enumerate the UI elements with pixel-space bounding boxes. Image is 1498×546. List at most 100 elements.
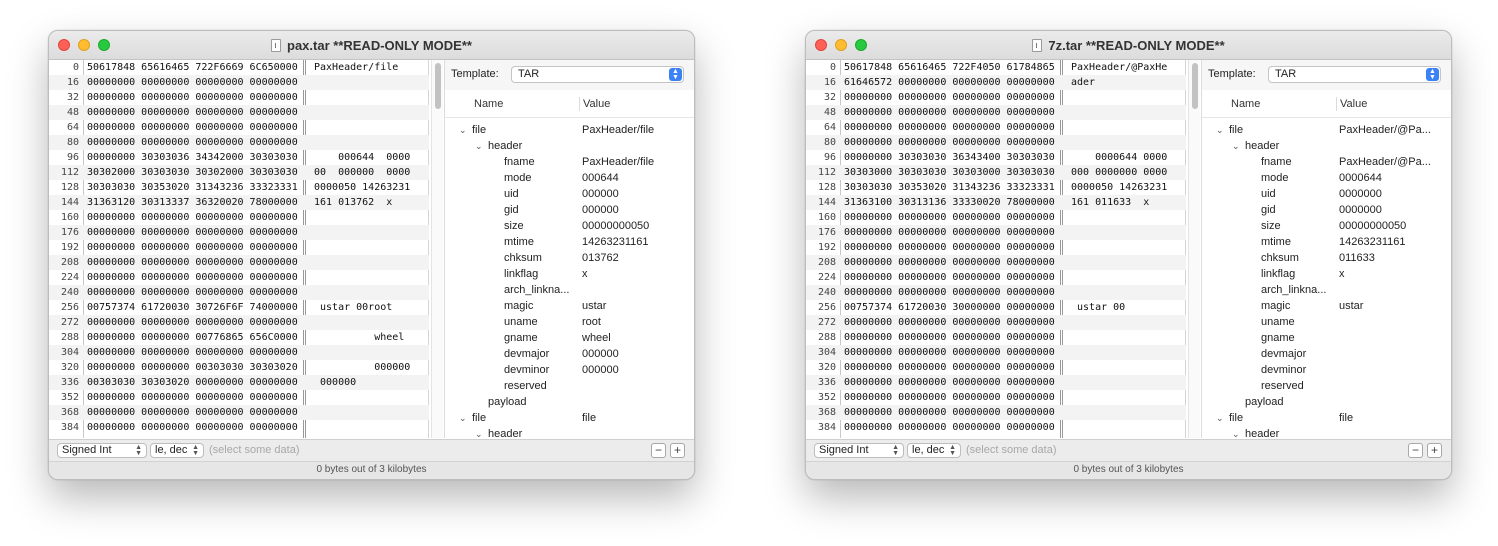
hex-row[interactable]: 336 00303030 30303020 00000000 00000000 0… <box>49 375 429 390</box>
hex-row[interactable]: 192 00000000 00000000 00000000 00000000 <box>806 240 1186 255</box>
hex-row[interactable]: 112 30303000 30303030 30303000 30303030 00… <box>806 165 1186 180</box>
hex-row[interactable]: 320 00000000 00000000 00303030 30303020 0… <box>49 360 429 375</box>
disclosure-chevron-icon[interactable]: ⌄ <box>475 138 483 154</box>
ascii-text[interactable]: ustar 00 <box>1071 300 1125 315</box>
hex-bytes[interactable]: 00000000 30303036 34342000 30303030 <box>87 150 298 165</box>
hex-row[interactable]: 16 61646572 00000000 00000000 00000000 ade… <box>806 75 1186 90</box>
hex-row[interactable]: 208 00000000 00000000 00000000 00000000 <box>806 255 1186 270</box>
hex-row[interactable]: 16 00000000 00000000 00000000 00000000 <box>49 75 429 90</box>
tree-row[interactable]: devminor 000000 <box>445 362 694 378</box>
column-divider[interactable] <box>1336 97 1337 111</box>
template-select[interactable]: TAR ▲ ▼ <box>511 66 684 83</box>
hex-row[interactable]: 352 00000000 00000000 00000000 00000000 <box>806 390 1186 405</box>
ascii-text[interactable]: 000644 0000 <box>314 150 410 165</box>
tree-row[interactable]: devminor <box>1202 362 1451 378</box>
hex-bytes[interactable]: 00000000 00000000 00000000 00000000 <box>844 405 1055 420</box>
tree-row[interactable]: uid 0000000 <box>1202 186 1451 202</box>
hex-bytes[interactable]: 00000000 00000000 00000000 00000000 <box>87 75 298 90</box>
hex-row[interactable]: 32 00000000 00000000 00000000 00000000 <box>49 90 429 105</box>
hex-row[interactable]: 240 00000000 00000000 00000000 00000000 <box>49 285 429 300</box>
hex-bytes[interactable]: 00000000 00000000 00000000 00000000 <box>87 285 298 300</box>
hex-bytes[interactable]: 00000000 00000000 00000000 00000000 <box>87 420 298 435</box>
tree-row[interactable]: gid 0000000 <box>1202 202 1451 218</box>
hex-bytes[interactable]: 00000000 00000000 00000000 00000000 <box>87 315 298 330</box>
ascii-text[interactable]: ustar 00root <box>314 300 392 315</box>
hex-row[interactable]: 80 00000000 00000000 00000000 00000000 <box>806 135 1186 150</box>
hex-bytes[interactable]: 00000000 00000000 00000000 00000000 <box>87 90 298 105</box>
tree-row[interactable]: mode 000644 <box>445 170 694 186</box>
hex-bytes[interactable]: 00000000 00000000 00000000 00000000 <box>87 390 298 405</box>
column-divider[interactable] <box>579 97 580 111</box>
tree-row[interactable]: uname <box>1202 314 1451 330</box>
hex-bytes[interactable]: 00000000 00000000 00000000 00000000 <box>87 240 298 255</box>
hex-bytes[interactable]: 00000000 00000000 00000000 00000000 <box>844 330 1055 345</box>
hex-row[interactable]: 384 00000000 00000000 00000000 00000000 <box>806 420 1186 435</box>
hex-row[interactable]: 288 00000000 00000000 00000000 00000000 <box>806 330 1186 345</box>
tree-row[interactable]: ⌄ header <box>1202 138 1451 154</box>
disclosure-chevron-icon[interactable]: ⌄ <box>459 410 467 426</box>
hex-row[interactable]: 80 00000000 00000000 00000000 00000000 <box>49 135 429 150</box>
hex-bytes[interactable]: 30302000 30303030 30302000 30303030 <box>87 165 298 180</box>
tree-row[interactable]: mtime 14263231161 <box>445 234 694 250</box>
hex-bytes[interactable]: 00000000 00000000 00000000 00000000 <box>844 135 1055 150</box>
document-icon[interactable] <box>271 38 282 52</box>
ascii-text[interactable]: 000 0000000 0000 <box>1071 165 1167 180</box>
hex-bytes[interactable]: 00000000 00000000 00000000 00000000 <box>844 210 1055 225</box>
hex-bytes[interactable]: 30303030 30353020 31343236 33323331 <box>87 180 298 195</box>
tree-row[interactable]: size 00000000050 <box>1202 218 1451 234</box>
hex-bytes[interactable]: 00000000 00000000 00000000 00000000 <box>844 375 1055 390</box>
hex-row[interactable]: 320 00000000 00000000 00000000 00000000 <box>806 360 1186 375</box>
hex-bytes[interactable]: 00000000 00000000 00000000 00000000 <box>844 240 1055 255</box>
hex-row[interactable]: 144 31363100 30313136 33330020 78000000 16… <box>806 195 1186 210</box>
hex-row[interactable]: 304 00000000 00000000 00000000 00000000 <box>49 345 429 360</box>
hex-row[interactable]: 128 30303030 30353020 31343236 33323331 00… <box>49 180 429 195</box>
tree-row[interactable]: fname PaxHeader/@Pa... <box>1202 154 1451 170</box>
hex-bytes[interactable]: 00000000 00000000 00000000 00000000 <box>844 360 1055 375</box>
tree-row[interactable]: fname PaxHeader/file <box>445 154 694 170</box>
tree-row[interactable]: linkflag x <box>1202 266 1451 282</box>
hex-row[interactable]: 208 00000000 00000000 00000000 00000000 <box>49 255 429 270</box>
hex-row[interactable]: 256 00757374 61720030 30000000 00000000 u… <box>806 300 1186 315</box>
add-button[interactable]: + <box>670 443 685 458</box>
tree-row[interactable]: gid 000000 <box>445 202 694 218</box>
hex-view[interactable]: 0 50617848 65616465 722F4050 61784865 PaxH… <box>806 60 1186 438</box>
tree-row[interactable]: devmajor <box>1202 346 1451 362</box>
hex-bytes[interactable]: 00000000 00000000 00776865 656C0000 <box>87 330 298 345</box>
tree-row[interactable]: chksum 013762 <box>445 250 694 266</box>
hex-bytes[interactable]: 00000000 00000000 00000000 00000000 <box>87 210 298 225</box>
tree-row[interactable]: payload <box>1202 394 1451 410</box>
hex-row[interactable]: 304 00000000 00000000 00000000 00000000 <box>806 345 1186 360</box>
hex-bytes[interactable]: 00000000 00000000 00000000 00000000 <box>844 315 1055 330</box>
disclosure-chevron-icon[interactable]: ⌄ <box>459 122 467 138</box>
hex-bytes[interactable]: 50617848 65616465 722F6669 6C650000 <box>87 60 298 75</box>
hex-row[interactable]: 336 00000000 00000000 00000000 00000000 <box>806 375 1186 390</box>
column-header-value[interactable]: Value <box>1340 98 1367 110</box>
hex-bytes[interactable]: 00000000 00000000 00000000 00000000 <box>87 135 298 150</box>
hex-row[interactable]: 0 50617848 65616465 722F6669 6C650000 PaxH… <box>49 60 429 75</box>
tree-row[interactable]: ⌄ file PaxHeader/@Pa... <box>1202 122 1451 138</box>
hex-row[interactable]: 288 00000000 00000000 00776865 656C0000 w… <box>49 330 429 345</box>
hex-row[interactable]: 112 30302000 30303030 30302000 30303030 00… <box>49 165 429 180</box>
hex-scrollbar[interactable] <box>431 60 443 438</box>
tree-row[interactable]: ⌄ file file <box>445 410 694 426</box>
tree-row[interactable]: magic ustar <box>445 298 694 314</box>
hex-row[interactable]: 96 00000000 30303030 36343400 30303030 00… <box>806 150 1186 165</box>
hex-row[interactable]: 272 00000000 00000000 00000000 00000000 <box>49 315 429 330</box>
tree-row[interactable]: chksum 011633 <box>1202 250 1451 266</box>
hex-row[interactable]: 272 00000000 00000000 00000000 00000000 <box>806 315 1186 330</box>
hex-row[interactable]: 256 00757374 61720030 30726F6F 74000000 u… <box>49 300 429 315</box>
hex-row[interactable]: 368 00000000 00000000 00000000 00000000 <box>49 405 429 420</box>
endian-select[interactable]: le, dec ▲ ▼ <box>150 443 204 458</box>
ascii-text[interactable]: 000000 <box>314 360 410 375</box>
hex-bytes[interactable]: 00757374 61720030 30726F6F 74000000 <box>87 300 298 315</box>
tree-row[interactable]: linkflag x <box>445 266 694 282</box>
remove-button[interactable]: − <box>1408 443 1423 458</box>
ascii-text[interactable]: wheel <box>314 330 404 345</box>
add-button[interactable]: + <box>1427 443 1442 458</box>
tree-row[interactable]: arch_linkna... <box>1202 282 1451 298</box>
tree-row[interactable]: mtime 14263231161 <box>1202 234 1451 250</box>
template-tree[interactable]: ⌄ file PaxHeader/@Pa... ⌄ header fname PaxHead… <box>1202 122 1451 442</box>
hex-bytes[interactable]: 00000000 00000000 00000000 00000000 <box>87 225 298 240</box>
tree-row[interactable]: ⌄ header <box>445 138 694 154</box>
tree-row[interactable]: magic ustar <box>1202 298 1451 314</box>
